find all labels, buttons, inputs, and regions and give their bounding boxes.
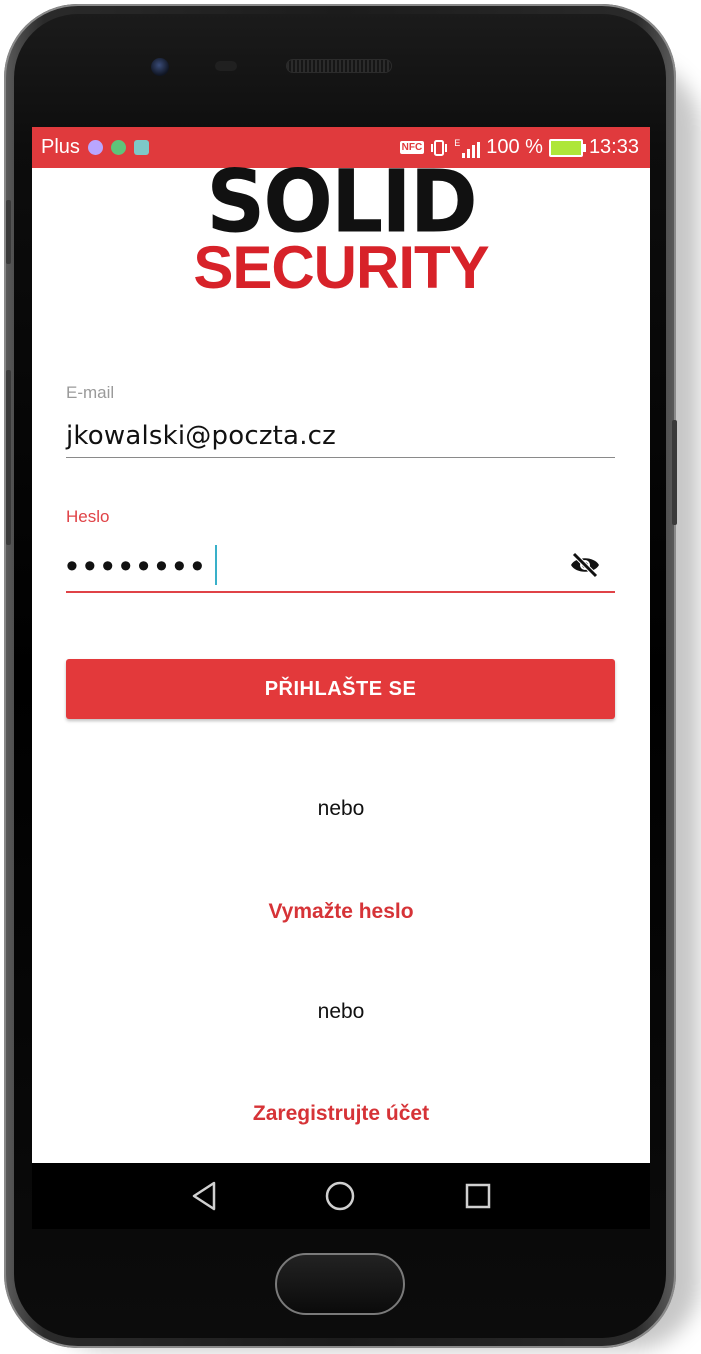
navigation-bar <box>32 1163 650 1229</box>
login-button[interactable]: PŘIHLAŠTE SE <box>66 659 615 719</box>
app-screen: Plus NFC E 100 % 13:33 SOLID SECURITY E-… <box>32 127 650 1163</box>
toggle-password-visibility-icon[interactable] <box>569 551 601 579</box>
slider-button <box>672 420 677 525</box>
globe-icon <box>110 140 126 155</box>
android-icon <box>133 140 149 155</box>
reset-password-link[interactable]: Vymažte heslo <box>32 900 650 924</box>
home-circle-icon <box>325 1181 355 1211</box>
clock: 13:33 <box>588 136 639 158</box>
password-input[interactable]: •••••••• <box>66 545 615 593</box>
back-button[interactable] <box>179 1171 229 1221</box>
proximity-sensor <box>215 61 237 71</box>
password-masked-text: •••••••• <box>66 547 210 585</box>
solid-security-logo: SOLID SECURITY <box>32 152 650 298</box>
register-link[interactable]: Zaregistrujte účet <box>32 1102 650 1126</box>
recents-button[interactable] <box>453 1171 503 1221</box>
home-nav-button[interactable] <box>315 1171 365 1221</box>
recents-square-icon <box>465 1183 491 1209</box>
location-icon <box>87 140 103 155</box>
password-field[interactable]: Heslo •••••••• <box>66 507 615 593</box>
hardware-home-button[interactable] <box>275 1253 405 1315</box>
or-separator: nebo <box>317 797 365 820</box>
logo-line-solid: SOLID <box>206 152 478 253</box>
back-icon <box>192 1181 216 1211</box>
battery-icon <box>548 138 586 157</box>
power-button <box>6 370 11 545</box>
front-camera <box>151 58 169 76</box>
or-separator: nebo <box>317 1000 365 1023</box>
email-input[interactable]: jkowalski@poczta.cz <box>66 421 615 458</box>
network-type-label: E <box>454 137 461 148</box>
email-label: E-mail <box>66 383 115 402</box>
text-cursor <box>215 545 217 585</box>
battery-percent: 100 % <box>486 136 543 158</box>
email-field[interactable]: E-mail jkowalski@poczta.cz <box>66 383 615 458</box>
volume-button <box>6 200 11 264</box>
password-label: Heslo <box>66 507 110 526</box>
earpiece-speaker <box>287 60 391 72</box>
carrier-label: Plus <box>41 136 80 158</box>
